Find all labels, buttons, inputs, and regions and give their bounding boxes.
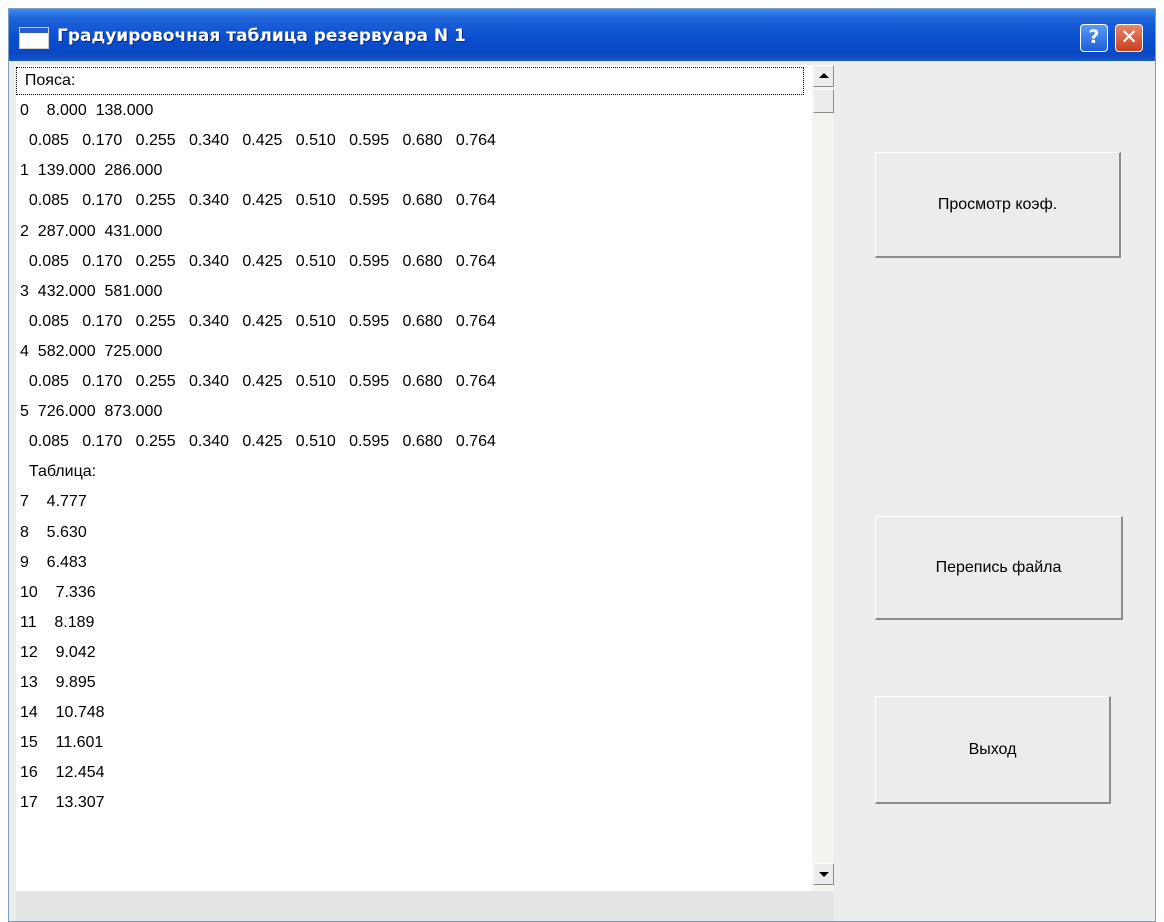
list-item[interactable]: Таблица:	[20, 458, 96, 486]
list-item[interactable]: 11 8.189	[20, 609, 94, 637]
list-item[interactable]: 12 9.042	[20, 639, 96, 667]
list-item[interactable]: 17 13.307	[20, 789, 105, 817]
rewrite-file-button[interactable]: Перепись файла	[875, 516, 1123, 620]
list-item[interactable]: 0.085 0.170 0.255 0.340 0.425 0.510 0.59…	[20, 428, 496, 456]
list-item[interactable]: 13 9.895	[20, 669, 96, 697]
close-icon: ✕	[1120, 25, 1138, 49]
close-button[interactable]: ✕	[1115, 24, 1143, 52]
list-item[interactable]: 0.085 0.170 0.255 0.340 0.425 0.510 0.59…	[20, 127, 496, 155]
dialog-window: Градуировочная таблица резервуара N 1 ? …	[8, 8, 1156, 922]
help-button[interactable]: ?	[1080, 24, 1108, 52]
list-item[interactable]: 15 11.601	[20, 729, 103, 757]
scroll-down-arrow-icon	[819, 872, 829, 877]
list-item[interactable]: 2 287.000 431.000	[20, 218, 162, 246]
window-title: Градуировочная таблица резервуара N 1	[57, 26, 466, 46]
list-item[interactable]: 5 726.000 873.000	[20, 398, 162, 426]
client-area: Пояса: 0 8.000 138.000 0.085 0.170 0.255 …	[9, 61, 1155, 921]
list-item-selected[interactable]: Пояса:	[16, 67, 804, 95]
scroll-thumb[interactable]	[813, 89, 834, 113]
list-item[interactable]: 10 7.336	[20, 579, 96, 607]
list-item[interactable]: 1 139.000 286.000	[20, 157, 162, 185]
calibration-listbox[interactable]: Пояса: 0 8.000 138.000 0.085 0.170 0.255 …	[16, 65, 812, 891]
scroll-up-arrow-icon	[819, 73, 829, 78]
list-item[interactable]: 8 5.630	[20, 519, 87, 547]
list-item[interactable]: 7 4.777	[20, 488, 87, 516]
list-item[interactable]: 0.085 0.170 0.255 0.340 0.425 0.510 0.59…	[20, 308, 496, 336]
help-icon: ?	[1088, 26, 1100, 48]
window-app-icon	[19, 27, 49, 49]
status-strip	[16, 891, 834, 921]
view-coefficients-button[interactable]: Просмотр коэф.	[875, 152, 1121, 258]
list-item[interactable]: 9 6.483	[20, 549, 87, 577]
scroll-down-button[interactable]	[813, 863, 834, 885]
list-item[interactable]: 0.085 0.170 0.255 0.340 0.425 0.510 0.59…	[20, 248, 496, 276]
list-item[interactable]: 0.085 0.170 0.255 0.340 0.425 0.510 0.59…	[20, 368, 496, 396]
list-item[interactable]: 3 432.000 581.000	[20, 278, 162, 306]
scroll-up-button[interactable]	[813, 65, 834, 87]
list-item[interactable]: 16 12.454	[20, 759, 105, 787]
vertical-scrollbar[interactable]	[812, 65, 834, 891]
exit-button[interactable]: Выход	[875, 696, 1111, 804]
list-item[interactable]: 0 8.000 138.000	[20, 97, 153, 125]
list-item[interactable]: 0.085 0.170 0.255 0.340 0.425 0.510 0.59…	[20, 187, 496, 215]
list-item[interactable]: 14 10.748	[20, 699, 105, 727]
list-item[interactable]: 4 582.000 725.000	[20, 338, 162, 366]
title-bar[interactable]: Градуировочная таблица резервуара N 1 ? …	[9, 9, 1155, 61]
